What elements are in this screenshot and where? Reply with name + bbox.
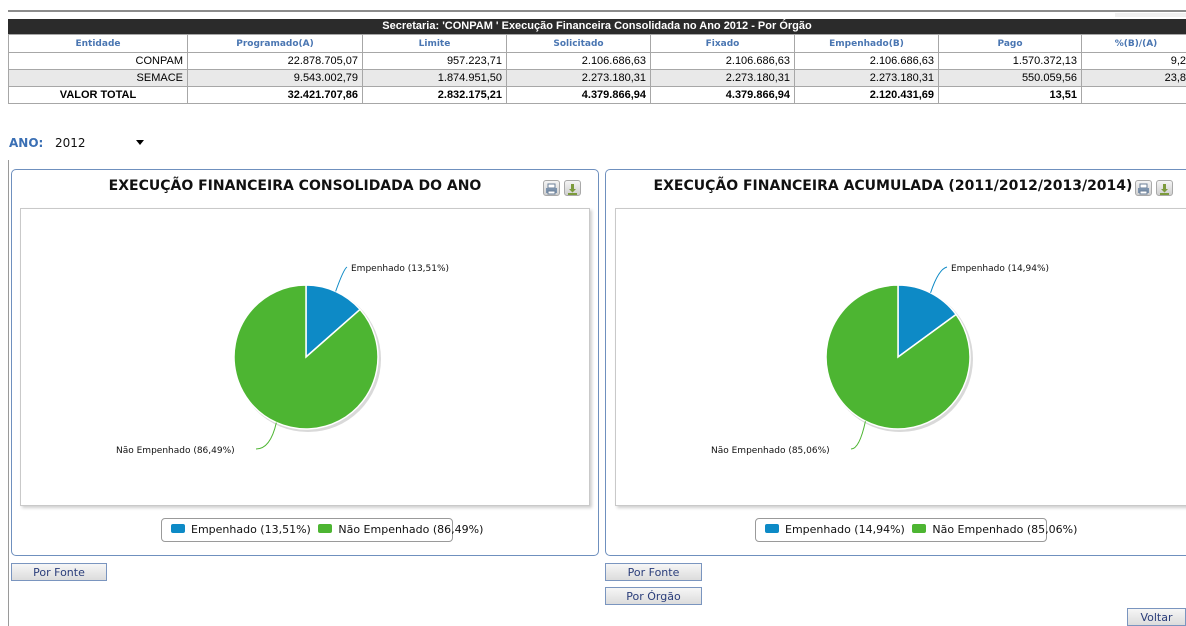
legend-swatch (765, 523, 779, 533)
chart-plot-area: Empenhado (14,94%) Não Empenhado (85,06%) (615, 208, 1186, 506)
pie-data-label-nao-empenhado: Não Empenhado (85,06%) (711, 446, 830, 456)
cell-entidade: CONPAM (8, 52, 188, 70)
cell-total-percentual (1081, 86, 1186, 104)
execution-table: Entidade Programado(A) Limite Solicitado… (8, 34, 1186, 104)
col-header-percentual[interactable]: %(B)/(A) (1081, 34, 1186, 53)
col-header-fixado[interactable]: Fixado (650, 34, 795, 53)
col-header-programado[interactable]: Programado(A) (187, 34, 363, 53)
cell-total-programado: 32.421.707,86 (187, 86, 363, 104)
legend-label: Empenhado (13,51%) (191, 523, 311, 536)
cell-fixado: 2.106.686,63 (650, 52, 795, 70)
table-header-row: Entidade Programado(A) Limite Solicitado… (8, 34, 1186, 53)
cell-total-pago: 13,51 (938, 86, 1082, 104)
pie-chart-ano: Empenhado (13,51%) Não Empenhado (86,49%) (116, 264, 449, 456)
legend-item-empenhado[interactable]: Empenhado (13,51%) (171, 523, 311, 536)
legend-swatch (912, 523, 927, 533)
ano-label: ANO: (9, 136, 44, 150)
download-icon[interactable] (1156, 180, 1173, 196)
cell-solicitado: 2.106.686,63 (506, 52, 651, 70)
print-icon[interactable] (1135, 180, 1152, 196)
cell-empenhado: 2.106.686,63 (794, 52, 939, 70)
legend-label: Não Empenhado (86,49%) (338, 523, 484, 536)
data-label-connector (850, 421, 866, 450)
col-header-empenhado[interactable]: Empenhado(B) (794, 34, 939, 53)
cell-total-fixado: 4.379.866,94 (650, 86, 795, 104)
cell-limite: 1.874.951,50 (362, 69, 507, 87)
cell-limite: 957.223,71 (362, 52, 507, 70)
scroll-hint (1115, 13, 1186, 17)
cell-percentual: 23,8 (1081, 69, 1186, 87)
legend-item-nao-empenhado[interactable]: Não Empenhado (85,06%) (912, 523, 1077, 536)
cell-pago: 550.059,56 (938, 69, 1082, 87)
por-fonte-button-acumulada[interactable]: Por Fonte (605, 563, 702, 581)
table-total-row: VALOR TOTAL 32.421.707,86 2.832.175,21 4… (8, 86, 1186, 104)
col-header-entidade[interactable]: Entidade (8, 34, 188, 53)
ano-select[interactable]: 2012 (49, 134, 147, 151)
cell-total-empenhado: 2.120.431,69 (794, 86, 939, 104)
data-label-connector (930, 266, 948, 293)
col-header-solicitado[interactable]: Solicitado (506, 34, 651, 53)
cell-empenhado: 2.273.180,31 (794, 69, 939, 87)
cell-total-solicitado: 4.379.866,94 (506, 86, 651, 104)
legend-swatch (318, 523, 333, 533)
cell-total-label: VALOR TOTAL (8, 86, 188, 104)
voltar-button[interactable]: Voltar (1127, 608, 1186, 626)
download-icon[interactable] (564, 180, 581, 196)
col-header-limite[interactable]: Limite (362, 34, 507, 53)
cell-percentual: 9,2 (1081, 52, 1186, 70)
pie-data-label-nao-empenhado: Não Empenhado (86,49%) (116, 446, 235, 456)
legend-item-nao-empenhado[interactable]: Não Empenhado (86,49%) (318, 523, 483, 536)
por-fonte-button-ano[interactable]: Por Fonte (11, 563, 107, 581)
cell-entidade: SEMACE (8, 69, 188, 87)
cell-programado: 9.543.002,79 (187, 69, 363, 87)
pie-data-label-empenhado: Empenhado (13,51%) (351, 264, 449, 274)
dropdown-caret-icon (136, 140, 144, 145)
table-row[interactable]: SEMACE 9.543.002,79 1.874.951,50 2.273.1… (8, 69, 1186, 87)
cell-total-limite: 2.832.175,21 (362, 86, 507, 104)
data-label-connector (335, 266, 348, 292)
chart-panel-ano: EXECUÇÃO FINANCEIRA CONSOLIDADA DO ANO E… (11, 169, 599, 556)
legend-label: Não Empenhado (85,06%) (932, 523, 1078, 536)
cell-programado: 22.878.705,07 (187, 52, 363, 70)
table-row[interactable]: CONPAM 22.878.705,07 957.223,71 2.106.68… (8, 52, 1186, 70)
chart-legend: Empenhado (14,94%) Não Empenhado (85,06%… (755, 518, 1077, 542)
chart-panel-title: EXECUÇÃO FINANCEIRA ACUMULADA (2011/2012… (653, 178, 1133, 194)
print-icon[interactable] (543, 180, 560, 196)
chart-panel-title: EXECUÇÃO FINANCEIRA CONSOLIDADA DO ANO (108, 178, 482, 194)
chart-plot-area: Empenhado (13,51%) Não Empenhado (86,49%) (20, 208, 590, 506)
pie-chart-acumulada: Empenhado (14,94%) Não Empenhado (85,06%) (711, 264, 1049, 456)
page-left-border (8, 160, 9, 626)
cell-solicitado: 2.273.180,31 (506, 69, 651, 87)
cell-fixado: 2.273.180,31 (650, 69, 795, 87)
legend-item-empenhado[interactable]: Empenhado (14,94%) (765, 523, 905, 536)
legend-label: Empenhado (14,94%) (785, 523, 905, 536)
ano-select-value: 2012 (55, 136, 86, 150)
cell-pago: 1.570.372,13 (938, 52, 1082, 70)
col-header-pago[interactable]: Pago (938, 34, 1082, 53)
top-divider (8, 10, 1186, 12)
data-label-connector (255, 422, 277, 450)
por-orgao-button-acumulada[interactable]: Por Órgão (605, 587, 702, 605)
pie-data-label-empenhado: Empenhado (14,94%) (951, 264, 1049, 274)
legend-swatch (171, 523, 185, 533)
chart-panel-acumulada: EXECUÇÃO FINANCEIRA ACUMULADA (2011/2012… (605, 169, 1186, 556)
chart-legend: Empenhado (13,51%) Não Empenhado (86,49%… (161, 518, 483, 542)
table-title: Secretaria: 'CONPAM ' Execução Financeir… (8, 19, 1186, 34)
